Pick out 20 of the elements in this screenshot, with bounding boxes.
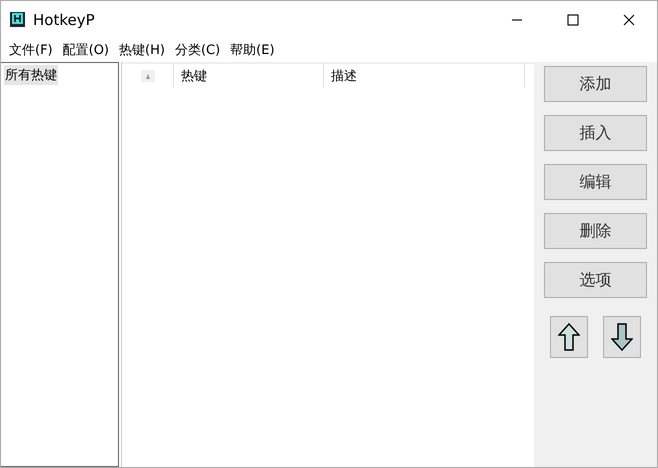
action-button[interactable]: 编辑 [544,164,647,200]
menu-item[interactable]: 分类(C) [170,41,224,59]
menu-item[interactable]: 配置(O) [58,41,114,59]
move-button[interactable] [603,316,641,358]
tree-item[interactable]: 所有热键 [4,65,58,85]
column-header[interactable]: 描述 [324,64,525,88]
menu-item[interactable]: 帮助(E) [226,41,279,59]
up-arrow-icon [558,323,580,351]
action-button[interactable]: 删除 [544,213,647,249]
app-icon [9,10,27,28]
menu-item[interactable]: 文件(F) [5,41,57,59]
down-arrow-icon [611,323,633,351]
column-header[interactable]: 热键 [174,64,324,88]
action-button[interactable]: 选项 [544,262,647,298]
sort-icon[interactable] [140,70,154,82]
action-button[interactable]: 添加 [544,66,647,102]
menu-item[interactable]: 热键(H) [115,41,169,59]
move-button[interactable] [550,316,588,358]
action-button[interactable]: 插入 [544,115,647,151]
window-title: HotkeyP [33,10,95,28]
